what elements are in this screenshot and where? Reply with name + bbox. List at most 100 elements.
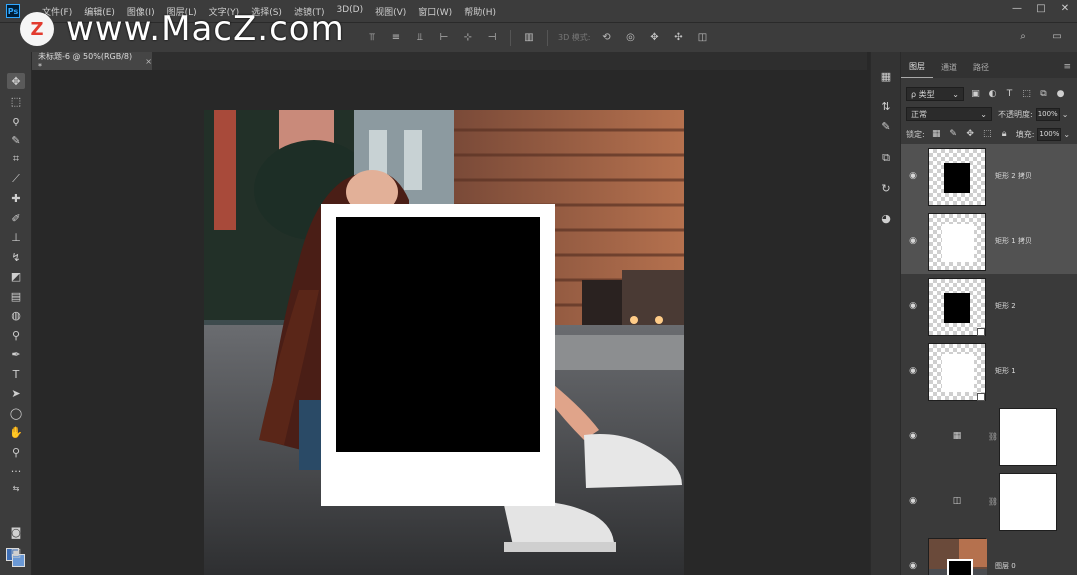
minimize-button[interactable]: — [1005, 0, 1029, 16]
layer-filter-select[interactable]: ρ 类型 ⌄ [906, 87, 964, 101]
filter-type-icon[interactable]: T [1004, 89, 1015, 100]
close-button[interactable]: ✕ [1053, 0, 1077, 16]
panel-menu-icon[interactable]: ≡ [1063, 62, 1071, 72]
lock-all-icon[interactable]: 🔒︎ [999, 129, 1010, 140]
menu-view[interactable]: 视图(V) [369, 5, 412, 18]
blur-tool-icon[interactable]: ◍ [7, 307, 25, 323]
visibility-eye-icon[interactable]: ◉ [907, 560, 919, 572]
dodge-tool-icon[interactable]: ⚲ [7, 327, 25, 343]
menu-help[interactable]: 帮助(H) [458, 5, 502, 18]
link-icon[interactable]: ⛓ [988, 494, 998, 508]
brush-tool-icon[interactable]: ✐ [7, 210, 25, 226]
layer-row[interactable]: ◉ 矩形 2 [901, 274, 1077, 340]
workspace-icon[interactable]: ▭ [1050, 29, 1064, 43]
marquee-tool-icon[interactable]: ⬚ [7, 93, 25, 109]
eyedropper-tool-icon[interactable]: ⟋ [7, 171, 25, 187]
quick-mask-icon[interactable]: ◙ [7, 524, 25, 540]
close-tab-icon[interactable]: × [145, 57, 152, 66]
visibility-eye-icon[interactable]: ◉ [907, 495, 919, 507]
layer-row[interactable]: ◉ 矩形 1 拷贝 [901, 209, 1077, 275]
layer-name[interactable]: 图层 0 [995, 561, 1016, 571]
type-tool-icon[interactable]: T [7, 366, 25, 382]
visibility-eye-icon[interactable]: ◉ [907, 365, 919, 377]
roll-3d-icon[interactable]: ◎ [624, 31, 638, 45]
orbit-3d-icon[interactable]: ⟲ [600, 31, 614, 45]
ellipse-tool-icon[interactable]: ◯ [7, 405, 25, 421]
layer-row[interactable]: ◉ ◫ ⛓ [901, 469, 1077, 535]
zoom-tool-icon[interactable]: ⚲ [7, 444, 25, 460]
quick-select-tool-icon[interactable]: ✎ [7, 132, 25, 148]
visibility-eye-icon[interactable]: ◉ [907, 235, 919, 247]
more-tools-icon[interactable]: ··· [7, 463, 25, 479]
slide-3d-icon[interactable]: ✣ [672, 31, 686, 45]
document-tab[interactable]: 未标题-6 @ 50%(RGB/8) * × [32, 52, 152, 71]
layer-name[interactable]: 矩形 2 拷贝 [995, 171, 1032, 181]
chevron-down-icon[interactable]: ⌄ [1063, 130, 1070, 139]
lock-position-icon[interactable]: ✥ [965, 129, 976, 140]
screen-mode-icon[interactable]: ▣ [7, 544, 25, 560]
opacity-input[interactable]: 100% [1035, 107, 1060, 121]
blend-mode-select[interactable]: 正常 ⌄ [906, 107, 992, 121]
canvas-area[interactable] [32, 70, 867, 575]
tab-channels[interactable]: 通道 [933, 62, 965, 78]
history-panel-icon[interactable]: ↻ [878, 180, 894, 196]
layer-row[interactable]: ◉ 矩形 2 拷贝 [901, 144, 1077, 210]
layer-row[interactable]: ◉ 图层 0 [901, 534, 1077, 575]
link-icon[interactable]: ⛓ [988, 429, 998, 443]
swatches-panel-icon[interactable]: ◕ [878, 210, 894, 226]
align-left-icon[interactable]: ⊢ [437, 31, 451, 45]
brush-settings-icon[interactable]: ✎ [878, 118, 894, 134]
gradient-tool-icon[interactable]: ▤ [7, 288, 25, 304]
visibility-eye-icon[interactable]: ◉ [907, 170, 919, 182]
visibility-eye-icon[interactable]: ◉ [907, 300, 919, 312]
restore-button[interactable]: □ [1029, 0, 1053, 16]
clone-source-icon[interactable]: ⧉ [878, 150, 894, 166]
properties-panel-icon[interactable]: ⇅ [878, 98, 894, 114]
chevron-down-icon[interactable]: ⌄ [1062, 110, 1069, 119]
layer-row[interactable]: ◉ 矩形 1 [901, 339, 1077, 405]
lock-pixels-icon[interactable]: ✎ [948, 129, 959, 140]
distribute-icon[interactable]: ▥ [522, 31, 536, 45]
layer-row[interactable]: ◉ ▦ ⛓ [901, 404, 1077, 470]
pan-3d-icon[interactable]: ✥ [648, 31, 662, 45]
healing-tool-icon[interactable]: ✚ [7, 190, 25, 206]
align-vcenter-icon[interactable]: ≡ [389, 31, 403, 45]
adjust-panel-icon[interactable]: ▦ [878, 68, 894, 84]
scale-3d-icon[interactable]: ◫ [696, 31, 710, 45]
lasso-tool-icon[interactable]: ϙ [7, 112, 25, 128]
stamp-tool-icon[interactable]: ⊥ [7, 229, 25, 245]
layer-name[interactable]: 矩形 1 拷贝 [995, 236, 1032, 246]
hand-tool-icon[interactable]: ✋ [7, 424, 25, 440]
layer-name[interactable]: 矩形 1 [995, 366, 1016, 376]
filter-toggle-icon[interactable]: ● [1055, 89, 1066, 100]
layer-name[interactable]: 矩形 2 [995, 301, 1016, 311]
align-right-icon[interactable]: ⊣ [485, 31, 499, 45]
align-top-icon[interactable]: ⫪ [365, 31, 379, 45]
visibility-eye-icon[interactable]: ◉ [907, 430, 919, 442]
search-icon[interactable]: ⌕ [1016, 29, 1030, 43]
filter-shape-icon[interactable]: ⬚ [1021, 89, 1032, 100]
crop-tool-icon[interactable]: ⌗ [7, 151, 25, 167]
tab-paths[interactable]: 路径 [965, 62, 997, 78]
fill-input[interactable]: 100% [1037, 127, 1062, 141]
menu-window[interactable]: 窗口(W) [412, 5, 458, 18]
lock-artboard-icon[interactable]: ⬚ [982, 129, 993, 140]
pen-tool-icon[interactable]: ✒ [7, 346, 25, 362]
swap-colors-icon[interactable]: ⇆ [7, 480, 25, 496]
lock-transparent-icon[interactable]: ▦ [931, 129, 942, 140]
filter-adjustment-icon[interactable]: ◐ [987, 89, 998, 100]
tab-layers[interactable]: 图层 [901, 61, 933, 78]
polaroid-frame[interactable] [321, 204, 555, 506]
filter-pixel-icon[interactable]: ▣ [970, 89, 981, 100]
filter-smart-icon[interactable]: ⧉ [1038, 89, 1049, 100]
layer-mask-thumbnail[interactable] [999, 473, 1057, 531]
path-select-tool-icon[interactable]: ➤ [7, 385, 25, 401]
history-brush-tool-icon[interactable]: ↯ [7, 249, 25, 265]
align-hcenter-icon[interactable]: ⊹ [461, 31, 475, 45]
eraser-tool-icon[interactable]: ◩ [7, 268, 25, 284]
layer-filter-value: ρ 类型 [911, 89, 935, 99]
polaroid-photo-area[interactable] [336, 217, 540, 452]
layer-mask-thumbnail[interactable] [999, 408, 1057, 466]
align-bottom-icon[interactable]: ⫫ [413, 31, 427, 45]
move-tool-icon[interactable]: ✥ [7, 73, 25, 89]
